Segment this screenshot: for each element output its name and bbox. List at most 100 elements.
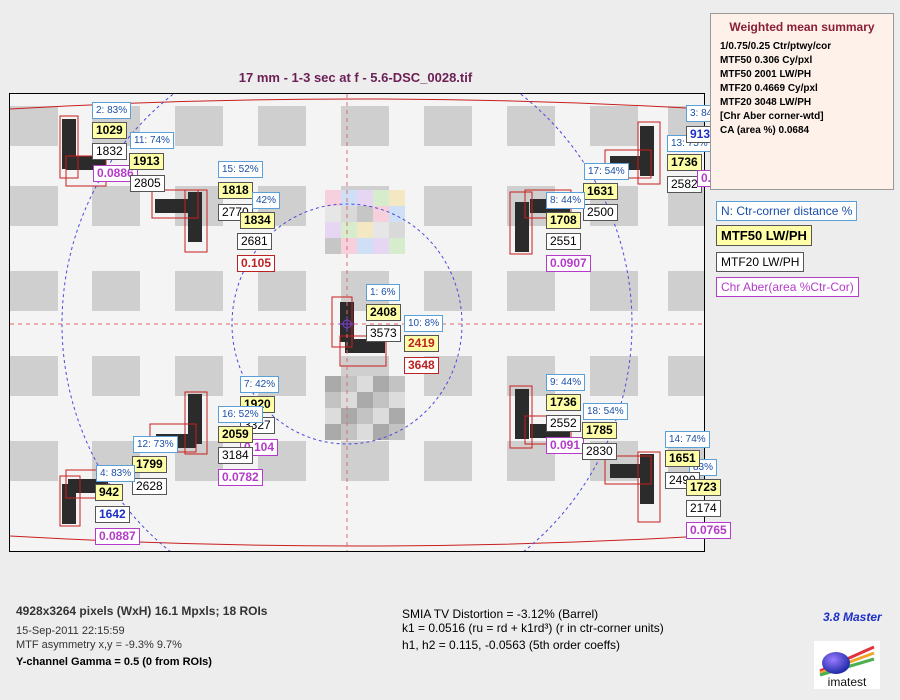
roi-distance: 17: 54% (584, 163, 629, 180)
summary-line: MTF50 2001 LW/PH (720, 69, 812, 80)
chart-color-patch (373, 222, 389, 238)
summary-line: MTF50 0.306 Cy/pxl (720, 55, 813, 66)
imatest-logo: imatest (814, 641, 880, 689)
chart-color-patch (357, 222, 373, 238)
chart-gray-patch (325, 424, 341, 440)
distortion-info: SMIA TV Distortion = -3.12% (Barrel) (402, 607, 599, 621)
chart-color-patch (341, 206, 357, 222)
roi-chr-aber: 0.0782 (218, 469, 263, 486)
roi-mtf50: 1651 (665, 450, 700, 467)
roi-chr-aber: 0.0765 (686, 522, 731, 539)
chart-gray-patch (373, 376, 389, 392)
chart-gray-patch (389, 376, 405, 392)
roi-mtf50: 1818 (218, 182, 253, 199)
roi-distance: 1: 6% (366, 284, 400, 301)
chart-color-patch (389, 222, 405, 238)
chart-gray-square (258, 271, 306, 311)
roi-mtf50: 1736 (546, 394, 581, 411)
roi-mtf50: 2419 (404, 335, 439, 352)
chart-color-patch (325, 206, 341, 222)
roi-mtf50: 1708 (546, 212, 581, 229)
chart-gray-patch (357, 392, 373, 408)
roi-chr-aber: 0.0887 (95, 528, 140, 545)
chart-gray-patch (341, 408, 357, 424)
chart-gray-square (424, 271, 472, 311)
gamma-info: Y-channel Gamma = 0.5 (0 from ROIs) (16, 656, 212, 668)
chart-color-patch (389, 206, 405, 222)
date-info: 15-Sep-2011 22:15:59 (16, 625, 125, 637)
roi-mtf20: 3648 (404, 357, 439, 374)
chart-gray-square (668, 356, 704, 396)
roi-distance: 10: 8% (404, 315, 444, 332)
chart-gray-square (424, 441, 472, 481)
chart-gray-patch (325, 408, 341, 424)
roi-mtf20: 2830 (582, 443, 617, 460)
roi-distance: 14: 74% (665, 431, 710, 448)
logo-globe (822, 652, 850, 674)
summary-line: MTF20 3048 LW/PH (720, 97, 812, 108)
chart-gray-patch (373, 392, 389, 408)
roi-mtf50: 1785 (582, 422, 617, 439)
k1-info: k1 = 0.0516 (ru = rd + k1rd³) (r in ctr-… (402, 621, 664, 635)
chart-gray-patch (325, 392, 341, 408)
legend-mtf50: MTF50 LW/PH (716, 225, 812, 246)
roi-distance: 9: 44% (546, 374, 586, 391)
chart-gray-square (175, 356, 223, 396)
roi-mtf20: 2628 (132, 478, 167, 495)
roi-mtf50: 942 (95, 484, 124, 501)
mtf-asymmetry-info: MTF asymmetry x,y = -9.3% 9.7% (16, 639, 182, 651)
roi-mtf50: 1834 (240, 212, 275, 229)
chart-edge-block (640, 454, 654, 504)
chart-title: 17 mm - 1-3 sec at f - 5.6-DSC_0028.tif (238, 70, 473, 85)
chart-edge-block (515, 202, 529, 252)
roi-mtf20: 1642 (95, 506, 130, 523)
chart-color-patch (357, 206, 373, 222)
roi-mtf20: 2500 (583, 204, 618, 221)
legend-distance: N: Ctr-corner distance % (716, 201, 858, 221)
chart-gray-patch (325, 376, 341, 392)
chart-gray-square (92, 356, 140, 396)
roi-mtf20: 2681 (237, 233, 272, 250)
weighted-mean-summary: Weighted mean summary 1/0.75/0.25 Ctr/pt… (710, 13, 894, 190)
chart-gray-square (10, 441, 58, 481)
chart-color-patch (341, 222, 357, 238)
roi-mtf20: 1832 (92, 143, 127, 160)
chart-gray-patch (389, 408, 405, 424)
roi-mtf50: 1799 (132, 456, 167, 473)
summary-line: MTF20 0.4669 Cy/pxl (720, 83, 818, 94)
roi-distance: 15: 52% (218, 161, 263, 178)
chart-gray-square (92, 271, 140, 311)
roi-distance: 18: 54% (583, 403, 628, 420)
roi-mtf50: 1723 (686, 479, 721, 496)
chart-color-patch (341, 190, 357, 206)
chart-edge-block (610, 464, 650, 478)
chart-color-patch (389, 238, 405, 254)
chart-gray-patch (357, 408, 373, 424)
chart-gray-square (341, 441, 389, 481)
summary-title: Weighted mean summary (729, 20, 875, 34)
roi-distance: 16: 52% (218, 406, 263, 423)
roi-mtf50: 1029 (92, 122, 127, 139)
roi-distance: 12: 73% (133, 436, 178, 453)
chart-gray-square (424, 106, 472, 146)
roi-mtf50: 1631 (583, 183, 618, 200)
chart-gray-square (10, 186, 58, 226)
chart-edge-block (155, 199, 195, 213)
roi-mtf50: 1736 (667, 154, 702, 171)
roi-mtf20: 3573 (366, 325, 401, 342)
roi-mtf20: 2552 (546, 415, 581, 432)
chart-gray-patch (341, 376, 357, 392)
chart-color-patch (389, 190, 405, 206)
chart-gray-patch (341, 392, 357, 408)
chart-gray-patch (341, 424, 357, 440)
chart-color-patch (325, 238, 341, 254)
chart-gray-square (507, 271, 555, 311)
chart-color-patch (325, 222, 341, 238)
chart-gray-square (507, 106, 555, 146)
roi-chr-aber: 0.091 (546, 437, 585, 454)
roi-mtf50: 2059 (218, 426, 253, 443)
chart-color-patch (373, 206, 389, 222)
chart-gray-square (175, 271, 223, 311)
chart-edge-block (515, 389, 529, 439)
chart-gray-patch (357, 424, 373, 440)
